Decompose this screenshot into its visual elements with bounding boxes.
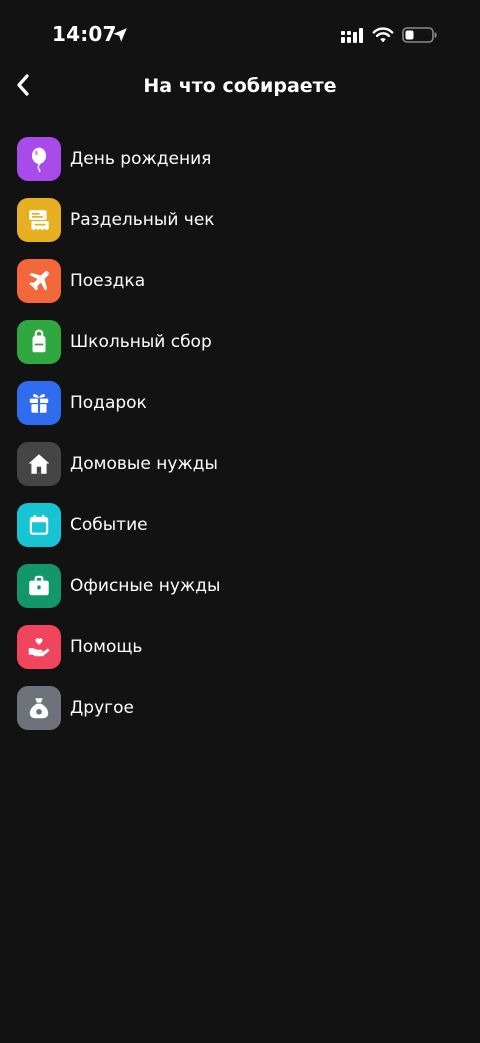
category-item-office[interactable]: Офисные нужды	[0, 556, 480, 617]
cellular-signal-icon	[341, 28, 363, 43]
category-label: День рождения	[70, 148, 212, 169]
battery-icon	[402, 27, 437, 43]
category-icon-tile	[17, 197, 61, 242]
category-item-other[interactable]: Другое	[0, 678, 480, 739]
money-bag-icon	[29, 698, 49, 719]
category-icon-tile	[17, 503, 61, 548]
category-label: Школьный сбор	[70, 331, 212, 352]
category-label: Событие	[70, 515, 148, 536]
backpack-icon	[32, 329, 46, 353]
category-item-birthday[interactable]: День рождения	[0, 128, 480, 189]
page-title: На что собираете	[143, 75, 337, 97]
wifi-icon	[372, 27, 394, 43]
category-label: Раздельный чек	[70, 209, 215, 230]
category-icon-tile	[17, 258, 61, 303]
category-icon-tile	[17, 564, 61, 609]
category-label: Помощь	[70, 637, 143, 658]
category-item-trip[interactable]: Поездка	[0, 250, 480, 311]
category-label: Другое	[70, 698, 134, 719]
status-time: 14:07	[52, 22, 117, 46]
category-item-gift[interactable]: Подарок	[0, 372, 480, 433]
balloon-icon	[31, 147, 47, 172]
status-bar: 14:07	[0, 0, 480, 70]
calendar-icon	[29, 514, 49, 535]
category-item-split-check[interactable]: Раздельный чек	[0, 189, 480, 250]
category-item-event[interactable]: Событие	[0, 495, 480, 556]
gift-icon	[29, 394, 49, 413]
house-icon	[28, 454, 50, 474]
category-icon-tile	[17, 625, 61, 670]
category-icon-tile	[17, 686, 61, 731]
category-item-school[interactable]: Школьный сбор	[0, 311, 480, 372]
airplane-icon	[29, 270, 49, 291]
category-label: Офисные нужды	[70, 576, 221, 597]
category-label: Поездка	[70, 270, 146, 291]
category-icon-tile	[17, 136, 61, 181]
category-item-help[interactable]: Помощь	[0, 617, 480, 678]
category-icon-tile	[17, 380, 61, 425]
category-label: Подарок	[70, 392, 147, 413]
category-icon-tile	[17, 319, 61, 364]
briefcase-icon	[29, 575, 49, 596]
category-label: Домовые нужды	[70, 454, 218, 475]
location-arrow-icon	[113, 28, 127, 42]
heart-hand-icon	[28, 638, 50, 657]
receipt-icon	[29, 209, 49, 230]
category-item-household[interactable]: Домовые нужды	[0, 433, 480, 494]
category-icon-tile	[17, 442, 61, 487]
navigation-bar: На что собираете	[0, 62, 480, 112]
category-list: День рождения Раздельный чек Поездка Шко…	[0, 128, 480, 739]
